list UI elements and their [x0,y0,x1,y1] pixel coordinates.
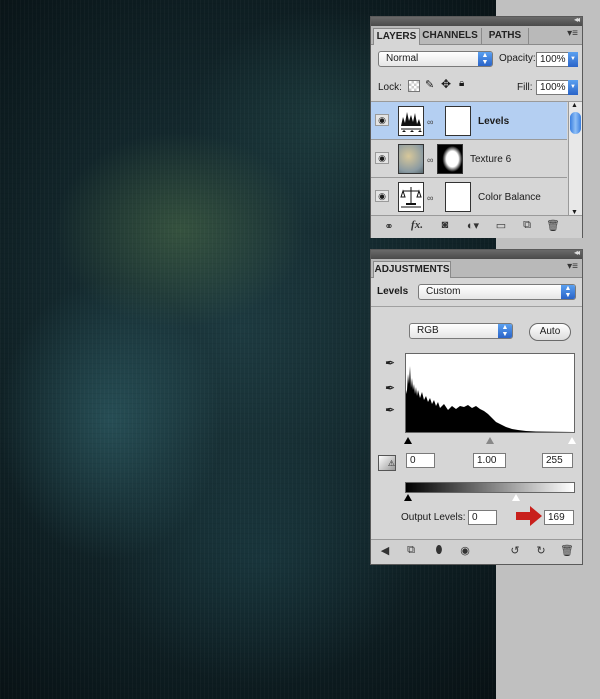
input-gamma-slider[interactable] [486,437,494,444]
collapse-icon[interactable]: ◂◂ [574,15,580,24]
input-gamma-field[interactable]: 1.00 [473,453,506,468]
lock-all-icon[interactable]: 🔒︎ [459,78,464,89]
chain-link-icon[interactable]: ∞ [427,117,433,127]
levels-title: Levels [377,286,409,297]
blend-mode-select[interactable]: Normal ▲ ▼ [378,51,493,67]
chevron-updown-icon: ▲ ▼ [561,285,575,299]
levels-histogram [405,353,575,433]
layers-scrollbar[interactable]: ▲ ▼ [568,102,582,216]
output-gradient-bar [405,482,575,493]
output-black-slider[interactable] [404,494,412,501]
opacity-label: Opacity: [499,53,536,64]
panel-menu-icon[interactable]: ▾≡ [567,28,578,39]
layers-footer: ⚭ fx. ◙ ◐▾ ▭ ⧉ 🗑︎ [371,215,582,238]
lock-brush-icon[interactable]: ✎ [425,78,434,91]
fill-value: 100% [540,82,566,93]
layers-tabs: LAYERS CHANNELS PATHS ▾≡ [371,26,582,45]
output-black-field[interactable]: 0 [468,510,497,525]
new-layer-icon[interactable]: ⧉ [519,219,535,232]
layer-name-texture: Texture 6 [470,154,512,165]
scroll-thumb[interactable] [570,112,581,134]
chevron-updown-icon: ▲ ▼ [478,52,492,66]
lock-label: Lock: [378,82,402,93]
output-white-field[interactable]: 169 [544,510,574,525]
layer-row-color-balance[interactable]: ◉ ∞ Color Balance [371,178,567,216]
reset-icon[interactable]: ↻ [533,544,549,557]
channel-value: RGB [417,325,439,336]
input-white-slider[interactable] [568,437,576,444]
scroll-up-icon[interactable]: ▲ [571,102,578,109]
opacity-input[interactable]: 100% ▼ [536,52,578,67]
chevron-updown-icon: ▲ ▼ [498,324,512,338]
layer-mask-thumbnail[interactable] [437,144,463,174]
mask-icon[interactable]: ◙ [437,219,453,231]
layer-name-levels: Levels [478,116,510,127]
layers-titlebar[interactable]: ◂◂ [371,15,582,26]
panel-menu-icon[interactable]: ▾≡ [567,261,578,272]
layers-panel: ◂◂ LAYERS CHANNELS PATHS ▾≡ Normal ▲ ▼ Op… [370,15,583,238]
layer-row-levels[interactable]: ◉ ∞ Levels [371,102,567,140]
levels-adjustment-icon [398,106,424,136]
trash-icon[interactable]: 🗑︎ [545,219,561,232]
adjustment-icon[interactable]: ◐▾ [465,219,481,232]
adjustments-footer: ◀ ⧉ ⬮ ◉ ↺ ↻ 🗑︎ [371,539,582,564]
input-black-field[interactable]: 0 [406,453,435,468]
chain-link-icon[interactable]: ∞ [427,193,433,203]
fill-input[interactable]: 100% ▼ [536,80,578,95]
adjustments-titlebar[interactable]: ◂◂ [371,248,582,259]
chain-link-icon[interactable]: ∞ [427,155,433,165]
fill-label: Fill: [517,82,533,93]
tab-adjustments[interactable]: ADJUSTMENTS [373,261,451,278]
gray-eyedropper-icon[interactable]: ✒ [383,381,397,395]
tab-layers[interactable]: LAYERS [373,28,420,45]
tab-channels[interactable]: CHANNELS [419,28,482,44]
collapse-icon[interactable]: ◂◂ [574,248,580,257]
output-white-slider[interactable] [512,494,520,501]
red-arrow-annotation [516,506,542,526]
black-eyedropper-icon[interactable]: ✒ [383,356,397,370]
chevron-down-icon[interactable]: ▼ [568,80,578,95]
channel-select[interactable]: RGB ▲ ▼ [409,323,513,339]
preset-value: Custom [426,286,461,297]
white-eyedropper-icon[interactable]: ✒ [383,403,397,417]
input-black-slider[interactable] [404,437,412,444]
preset-select[interactable]: Custom ▲ ▼ [418,284,576,300]
expand-icon[interactable]: ⧉ [403,544,419,557]
trash-icon[interactable]: 🗑︎ [559,544,575,557]
chevron-down-icon[interactable]: ▼ [568,52,578,67]
blend-mode-value: Normal [386,53,419,64]
lock-transparent-icon[interactable] [408,80,420,92]
layer-mask-thumbnail[interactable] [445,106,471,136]
layer-name-color-balance: Color Balance [478,192,541,203]
visibility-icon[interactable]: ◉ [457,544,473,557]
layer-mask-thumbnail[interactable] [445,182,471,212]
lock-move-icon[interactable]: ✥ [441,77,451,91]
adjustments-tabs: ADJUSTMENTS ▾≡ [371,259,582,278]
fx-icon[interactable]: fx. [409,219,425,231]
tab-paths[interactable]: PATHS [482,28,529,44]
opacity-value: 100% [540,54,566,65]
color-balance-adjustment-icon [398,182,424,212]
input-white-field[interactable]: 255 [542,453,573,468]
layer-row-texture[interactable]: ◉ ∞ Texture 6 [371,140,567,178]
auto-button[interactable]: Auto [529,323,571,341]
output-levels-label: Output Levels: [401,512,466,523]
clip-icon[interactable]: ⬮ [431,544,447,557]
previous-state-icon[interactable]: ↺ [507,544,523,557]
clipping-warning-icon[interactable]: ⚠ [378,455,396,471]
divider [371,306,582,307]
layer-list: ◉ ∞ Levels ◉ ∞ Texture 6 ◉ ∞ Color Balan… [371,101,582,216]
back-icon[interactable]: ◀ [377,544,393,557]
link-icon[interactable]: ⚭ [381,220,397,233]
texture-thumbnail [398,144,424,174]
folder-icon[interactable]: ▭ [493,219,509,232]
eye-icon[interactable]: ◉ [375,152,389,164]
eye-icon[interactable]: ◉ [375,114,389,126]
eye-icon[interactable]: ◉ [375,190,389,202]
